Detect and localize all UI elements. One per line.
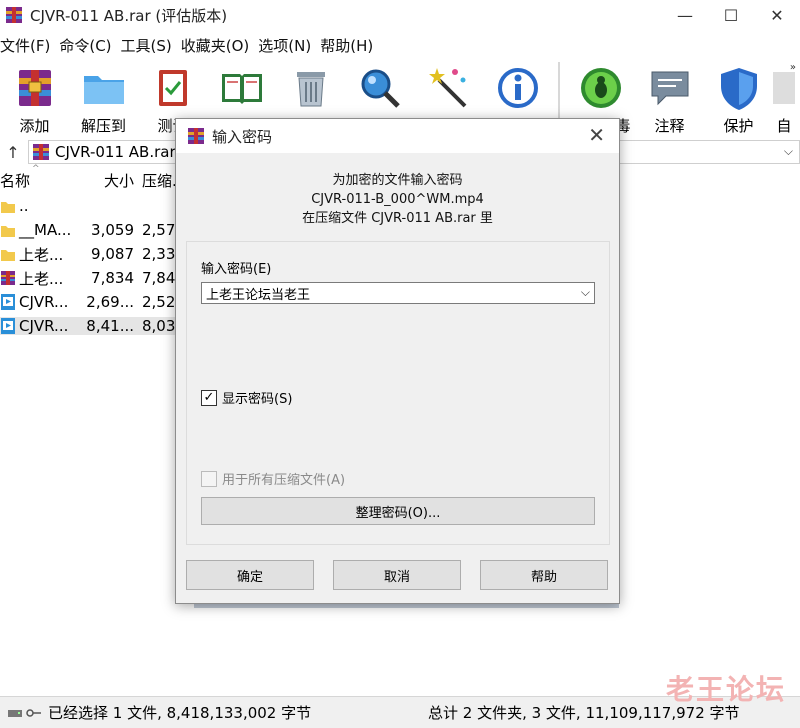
sort-ascending-icon: ^ — [32, 163, 40, 174]
checkbox-unchecked-icon[interactable] — [201, 470, 217, 487]
folder-icon — [1, 226, 15, 237]
file-size: 7,834 — [91, 269, 134, 287]
info-filename: CJVR-011-B_000^WM.mp4 — [311, 192, 484, 207]
folder-up-icon — [1, 202, 15, 213]
password-label: 输入密码(E) — [201, 262, 272, 277]
password-value: 上老王论坛当老王 — [206, 287, 311, 303]
file-size: 8,41... — [82, 317, 134, 335]
tool-label: 注释 — [654, 117, 685, 135]
address-path: CJVR-011 AB.rar — [55, 143, 176, 161]
status-icons — [0, 707, 48, 719]
virus-scan-icon — [580, 68, 621, 108]
password-input[interactable]: 上老王论坛当老王 ⌵ — [201, 282, 595, 304]
dialog-title-bar: 输入密码 ✕ — [176, 119, 619, 153]
tool-label: 添加 — [19, 117, 50, 135]
ok-button[interactable]: 确定 — [186, 560, 314, 590]
show-password-checkbox[interactable]: ✓ 显示密码(S) — [201, 388, 292, 407]
menu-tools[interactable]: 工具(S) — [121, 35, 181, 56]
wizard-wand-icon — [428, 68, 466, 108]
tool-label: 保护 — [723, 117, 754, 135]
checkbox-checked-icon[interactable]: ✓ — [201, 389, 217, 406]
test-clipboard-icon — [158, 70, 187, 106]
comment-icon — [651, 71, 688, 106]
find-magnifier-icon — [361, 69, 400, 108]
menu-bar: 文件(F) 命令(C) 工具(S) 收藏夹(O) 选项(N) 帮助(H) — [0, 33, 382, 57]
tool-label: 自 — [776, 117, 792, 135]
tool-protect-button[interactable]: 保护 — [704, 60, 773, 136]
file-size: 9,087 — [91, 245, 134, 263]
menu-favorites[interactable]: 收藏夹(O) — [181, 35, 259, 56]
protect-shield-icon — [720, 68, 757, 110]
chevron-down-icon[interactable]: ⌵ — [784, 144, 793, 159]
column-header-label: 名称 — [0, 171, 31, 190]
tool-comment-button[interactable]: 注释 — [635, 60, 704, 136]
tool-add-button[interactable]: 添加 — [0, 60, 69, 136]
tool-extract-button[interactable]: 解压到 — [69, 60, 138, 136]
rar-archive-icon — [33, 144, 49, 160]
file-name: 上老... — [19, 269, 64, 288]
rar-archive-icon — [1, 271, 15, 285]
use-for-all-checkbox[interactable]: 用于所有压缩文件(A) — [201, 469, 345, 488]
chevron-down-icon[interactable]: ⌵ — [581, 285, 590, 300]
folder-icon — [1, 250, 15, 261]
add-archive-icon — [18, 70, 51, 106]
winrar-app-icon — [6, 7, 22, 23]
file-name: .. — [19, 197, 29, 215]
toolbar-more-icon[interactable]: » — [790, 62, 796, 73]
video-file-icon — [1, 294, 15, 310]
status-selection: 已经选择 1 文件, 8,418,133,002 字节 — [48, 704, 312, 722]
maximize-button[interactable]: ☐ — [708, 0, 754, 30]
file-name: CJVR... — [19, 317, 69, 335]
cancel-button[interactable]: 取消 — [333, 560, 461, 590]
drive-icon — [7, 709, 22, 717]
video-file-icon — [1, 318, 15, 334]
use-for-all-label: 用于所有压缩文件(A) — [222, 473, 346, 488]
extract-folder-icon — [83, 76, 124, 104]
tool-label: 解压到 — [80, 117, 126, 135]
view-book-icon — [221, 74, 262, 104]
file-name: CJVR... — [19, 293, 69, 311]
dialog-close-button[interactable]: ✕ — [588, 123, 605, 147]
column-header-size[interactable]: 大小 — [82, 170, 134, 191]
file-name: __MA... — [19, 221, 72, 239]
close-button[interactable]: ✕ — [754, 0, 800, 30]
menu-options[interactable]: 选项(N) — [258, 35, 320, 56]
window-controls: — ☐ ✕ — [662, 0, 800, 30]
watermark-logo: 老王论坛 — [665, 673, 786, 706]
file-size: 2,69... — [86, 293, 134, 311]
help-button[interactable]: 帮助 — [480, 560, 608, 590]
winrar-app-icon — [188, 128, 204, 144]
info-line: 为加密的文件输入密码 — [332, 173, 463, 188]
up-folder-button[interactable]: ↑ — [0, 143, 26, 162]
menu-help[interactable]: 帮助(H) — [320, 35, 382, 56]
file-size: 3,059 — [91, 221, 134, 239]
title-bar: CJVR-011 AB.rar (评估版本) — ☐ ✕ — [0, 0, 800, 30]
info-icon — [497, 68, 538, 108]
menu-file[interactable]: 文件(F) — [0, 35, 59, 56]
menu-commands[interactable]: 命令(C) — [59, 35, 120, 56]
organize-passwords-button[interactable]: 整理密码(O)... — [201, 497, 595, 525]
delete-trash-icon — [296, 72, 325, 107]
column-header-name[interactable]: 名称 ^ — [0, 164, 82, 191]
dialog-info: 为加密的文件输入密码 CJVR-011-B_000^WM.mp4 在压缩文件 C… — [176, 171, 619, 228]
dialog-shadow-edge — [194, 604, 619, 608]
show-password-label: 显示密码(S) — [222, 392, 293, 407]
window-title: CJVR-011 AB.rar (评估版本) — [30, 6, 228, 25]
info-archive: 在压缩文件 CJVR-011 AB.rar 里 — [302, 211, 493, 226]
minimize-button[interactable]: — — [662, 0, 708, 30]
file-name: 上老... — [19, 245, 64, 264]
password-dialog: 输入密码 ✕ 为加密的文件输入密码 CJVR-011-B_000^WM.mp4 … — [175, 118, 620, 604]
key-icon — [25, 708, 41, 717]
password-group: 输入密码(E) 上老王论坛当老王 ⌵ ✓ 显示密码(S) 用于所有压缩文件(A)… — [186, 241, 610, 545]
dialog-title: 输入密码 — [212, 127, 273, 146]
